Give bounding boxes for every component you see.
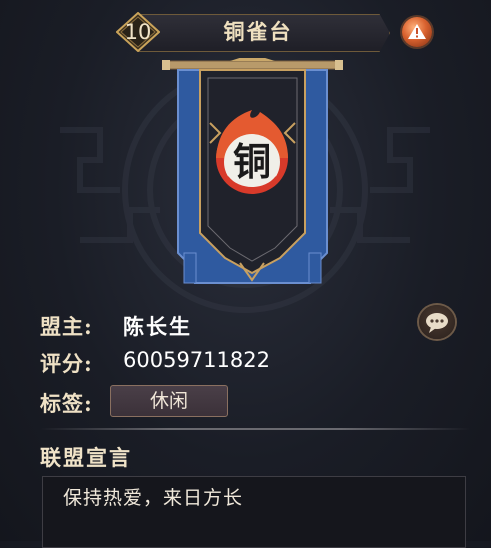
warning-icon — [408, 24, 426, 39]
chat-button[interactable] — [419, 305, 455, 339]
guild-name: 铜雀台 — [223, 20, 293, 44]
banner-emblem-char: 铜 — [233, 139, 271, 184]
declaration-title: 联盟宣言 — [40, 445, 132, 470]
guild-banner: 铜 — [162, 58, 343, 284]
score-label: 评分: — [40, 351, 93, 376]
score-value: 60059711822 — [123, 348, 270, 372]
tag-badge: 休闲 — [110, 385, 228, 417]
report-button[interactable] — [402, 17, 432, 47]
leader-label: 盟主: — [40, 314, 93, 339]
tag-value: 休闲 — [149, 390, 188, 412]
declaration-text: 保持热爱，来日方长 — [63, 487, 244, 509]
section-divider — [40, 428, 470, 430]
tag-label: 标签: — [40, 391, 93, 416]
leader-name: 陈长生 — [123, 314, 192, 339]
chat-bubble-icon — [426, 313, 448, 333]
guild-level: 10 — [124, 20, 152, 44]
declaration-box: 保持热爱，来日方长 — [42, 476, 466, 548]
